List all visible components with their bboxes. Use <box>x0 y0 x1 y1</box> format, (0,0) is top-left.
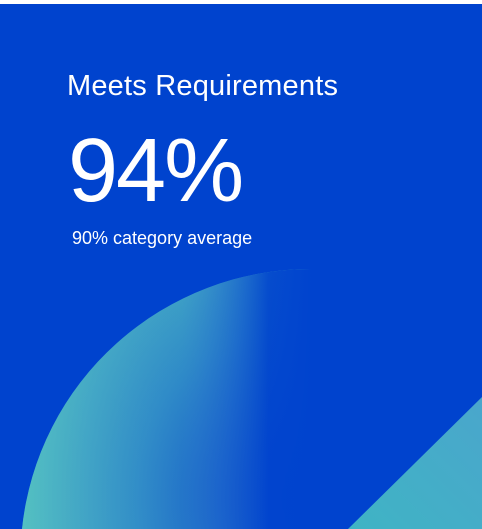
metric-value: 94% <box>68 121 244 221</box>
quarter-circle-overlay <box>22 268 312 529</box>
category-average-label: 90% category average <box>72 228 253 248</box>
metric-card: Meets Requirements 94% 90% category aver… <box>0 4 482 529</box>
metric-title: Meets Requirements <box>67 70 339 102</box>
corner-triangle-shape <box>348 397 482 529</box>
